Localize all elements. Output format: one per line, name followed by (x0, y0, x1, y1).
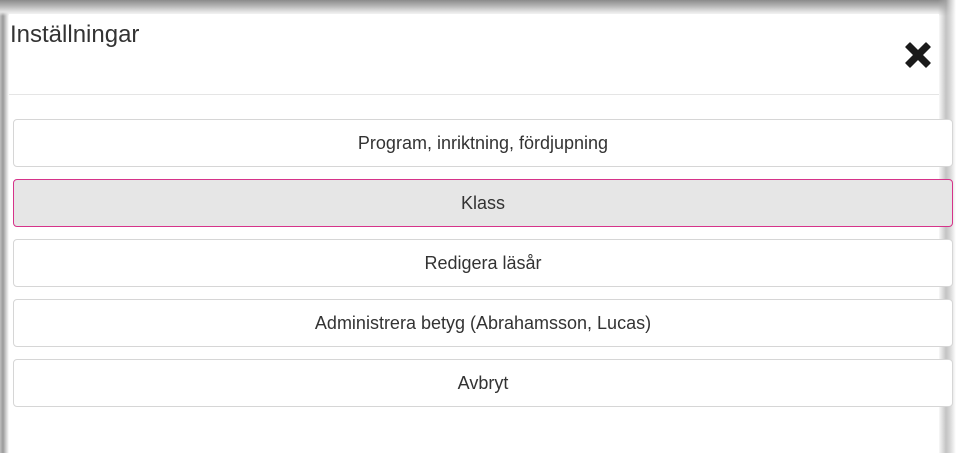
close-button[interactable] (901, 38, 935, 72)
settings-modal-frame: Inställningar Program, inriktning, fördj… (0, 0, 956, 453)
settings-dialog: Inställningar Program, inriktning, fördj… (9, 14, 953, 453)
dialog-title: Inställningar (10, 21, 140, 48)
modal-left-edge (0, 0, 9, 453)
menu-item-redigera-lasar[interactable]: Redigera läsår (13, 239, 953, 287)
menu-item-klass[interactable]: Klass (13, 179, 953, 227)
menu-item-administrera-betyg[interactable]: Administrera betyg (Abrahamsson, Lucas) (13, 299, 953, 347)
close-icon (905, 42, 931, 68)
header-divider (9, 94, 939, 95)
cancel-button[interactable]: Avbryt (13, 359, 953, 407)
menu-item-program[interactable]: Program, inriktning, fördjupning (13, 119, 953, 167)
